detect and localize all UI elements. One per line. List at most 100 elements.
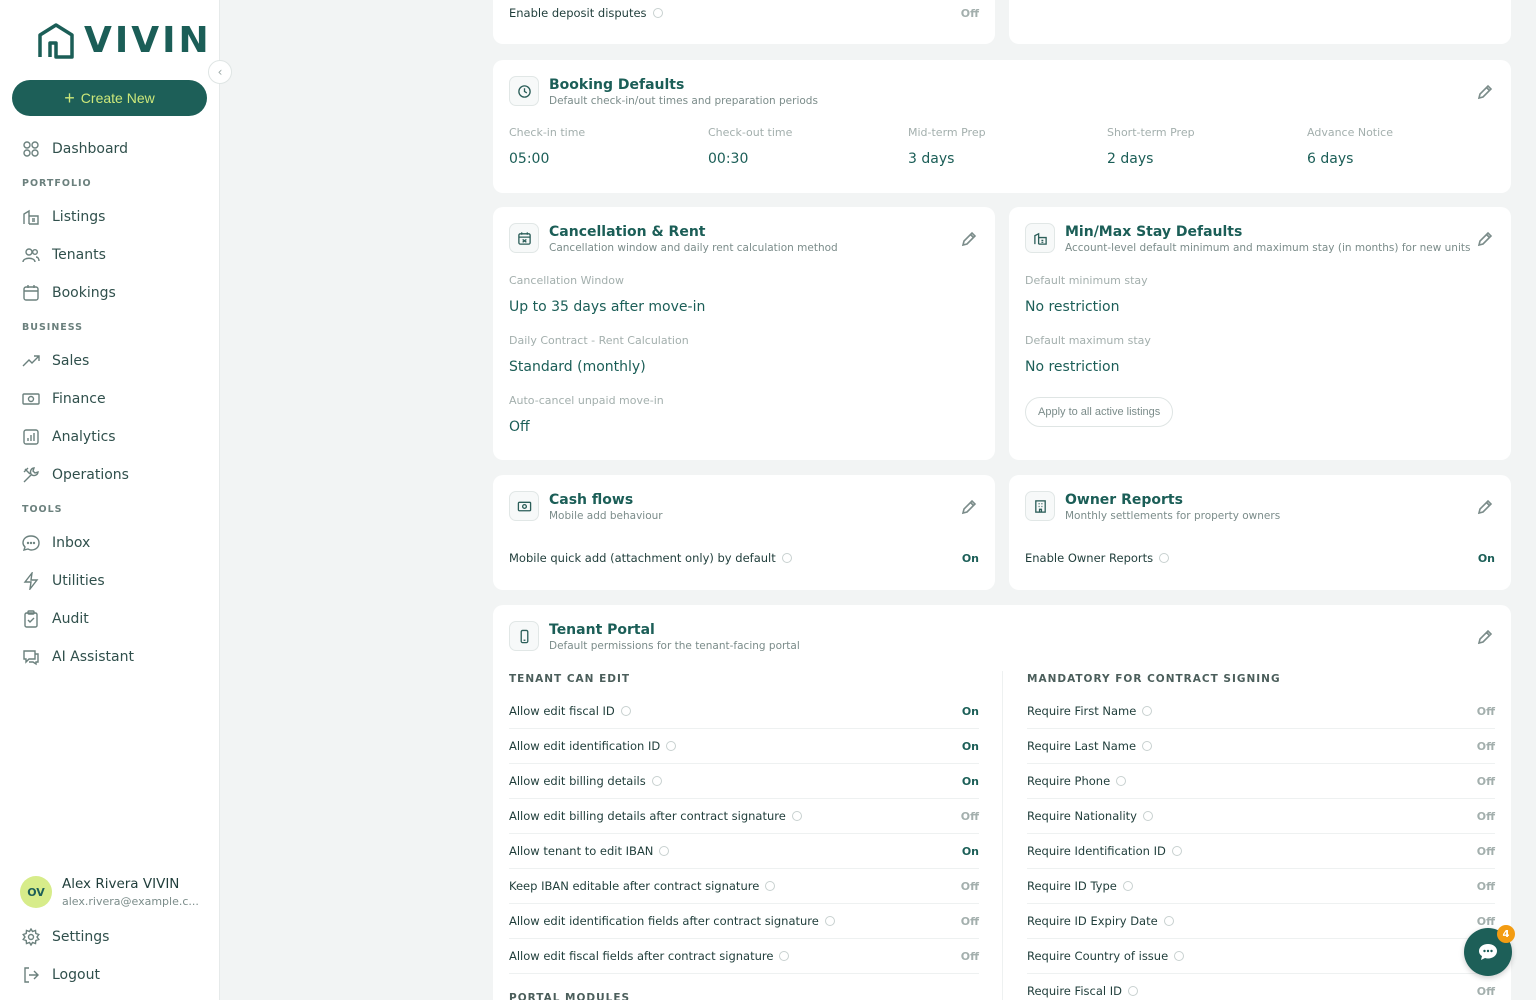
nav-item-tenants[interactable]: Tenants [0,236,219,274]
clock-icon [509,76,539,106]
edit-pencil-icon[interactable] [961,499,977,515]
info-icon[interactable] [1174,951,1185,961]
nav-item-bookings[interactable]: Bookings [0,274,219,312]
nav-item-utilities[interactable]: Utilities [0,562,219,600]
nav-item-logout[interactable]: Logout [0,956,219,994]
info-icon[interactable] [824,916,835,926]
nav-label: Settings [52,929,110,945]
toggle-state: Off [1476,739,1495,753]
building-icon [23,209,39,225]
create-new-label: Create New [80,90,155,106]
info-icon[interactable] [620,706,631,716]
card-subtitle: Cancellation window and daily rent calcu… [549,242,838,254]
card-subtitle: Account-level default minimum and maximu… [1065,242,1471,254]
permission-row[interactable]: Allow edit fiscal ID On [509,694,979,729]
banknote-icon [22,393,40,405]
nav-item-audit[interactable]: Audit [0,600,219,638]
edit-pencil-icon[interactable] [961,231,977,247]
permission-row[interactable]: Require ID Expiry Date Off [1027,904,1495,939]
row-label: Require Last Name [1027,739,1137,753]
permission-row[interactable]: Allow edit billing details after contrac… [509,799,979,834]
edit-pencil-icon[interactable] [1477,629,1493,645]
info-icon[interactable] [1142,706,1153,716]
row-label: Require Identification ID [1027,844,1166,858]
nav-item-operations[interactable]: Operations [0,456,219,494]
edit-pencil-icon[interactable] [1477,499,1493,515]
cancellation-rent-card: Cancellation & Rent Cancellation window … [493,207,995,460]
permission-row[interactable]: Require First Name Off [1027,694,1495,729]
row-label: Keep IBAN editable after contract signat… [509,879,760,893]
permission-row[interactable]: Allow edit fiscal fields after contract … [509,939,979,974]
create-new-button[interactable]: + Create New [12,80,207,116]
card-header: Cancellation & Rent Cancellation window … [509,223,838,255]
card-header: Min/Max Stay Defaults Account-level defa… [1025,223,1470,255]
avatar: OV [20,876,52,908]
permission-row[interactable]: Require Phone Off [1027,764,1495,799]
permission-row[interactable]: Require Last Name Off [1027,729,1495,764]
permission-row[interactable]: Allow tenant to edit IBAN On [509,834,979,869]
info-icon[interactable] [1116,776,1127,786]
toggle-state: Off [960,879,979,893]
nav-label: AI Assistant [52,649,134,665]
permission-row[interactable]: Allow edit identification ID On [509,729,979,764]
info-icon[interactable] [651,776,662,786]
info-icon[interactable] [1159,553,1170,563]
info-icon[interactable] [791,811,802,821]
info-icon[interactable] [781,553,792,563]
calendar-icon [23,285,39,301]
toggle-state: Off [1476,809,1495,823]
user-profile[interactable]: OV Alex Rivera VIVIN alex.rivera@example… [20,876,202,908]
owner-reports-card: Owner Reports Monthly settlements for pr… [1009,475,1511,590]
plus-icon: + [64,88,75,108]
permission-row[interactable]: Require Nationality Off [1027,799,1495,834]
info-icon[interactable] [659,846,670,856]
permission-row[interactable]: Allow edit billing details On [509,764,979,799]
card-title: Min/Max Stay Defaults [1065,224,1243,240]
nav-item-listings[interactable]: Listings [0,198,219,236]
info-icon[interactable] [765,881,776,891]
nav-item-ai-assistant[interactable]: AI Assistant [0,638,219,676]
permission-row[interactable]: Require ID Type Off [1027,869,1495,904]
toggle-state: Off [960,6,979,20]
nav-section-tools: TOOLS [22,503,63,515]
mobile-quick-add-row[interactable]: Mobile quick add (attachment only) by de… [509,551,979,565]
nav-label: Dashboard [52,141,128,157]
edit-pencil-icon[interactable] [1477,84,1493,100]
row-label: Allow edit identification fields after c… [509,914,819,928]
info-icon[interactable] [666,741,677,751]
nav-item-analytics[interactable]: Analytics [0,418,219,456]
info-icon[interactable] [1171,846,1182,856]
nav-item-settings[interactable]: Settings [0,918,219,956]
permission-row[interactable]: Require Fiscal ID Off [1027,974,1495,1000]
nav-item-inbox[interactable]: Inbox [0,524,219,562]
field-cancellation-window: Cancellation Window Up to 35 days after … [509,274,705,315]
nav-item-sales[interactable]: Sales [0,342,219,380]
info-icon[interactable] [1142,811,1153,821]
permission-row[interactable]: Require Country of issueOff [1027,939,1495,974]
card-subtitle: Default check-in/out times and preparati… [549,95,818,107]
apply-all-listings-button[interactable]: Apply to all active listings [1025,397,1174,427]
deposit-disputes-row[interactable]: Enable deposit disputes Off [509,6,979,20]
cash-flows-card: Cash flows Mobile add behaviour Mobile q… [493,475,995,590]
info-icon[interactable] [1163,916,1174,926]
card-title: Tenant Portal [549,622,655,638]
info-icon[interactable] [1142,741,1153,751]
field-min-stay: Default minimum stay No restriction [1025,274,1148,315]
brand-logo[interactable]: VIVIN [36,20,212,61]
permission-row[interactable]: Require Identification ID Off [1027,834,1495,869]
card-header: Owner Reports Monthly settlements for pr… [1025,491,1280,523]
nav-item-finance[interactable]: Finance [0,380,219,418]
info-icon[interactable] [1127,986,1138,996]
permission-row[interactable]: Keep IBAN editable after contract signat… [509,869,979,904]
info-icon[interactable] [652,8,663,18]
info-icon[interactable] [779,951,790,961]
permission-row[interactable]: Allow edit identification fields after c… [509,904,979,939]
nav-item-dashboard[interactable]: Dashboard [0,130,219,168]
collapse-sidebar-button[interactable]: ‹ [208,60,232,84]
field-label: Short-term Prep [1107,126,1195,139]
info-icon[interactable] [1122,881,1133,891]
nav-label: Audit [52,611,89,627]
edit-pencil-icon[interactable] [1477,231,1493,247]
toggle-state: Off [960,914,979,928]
enable-owner-reports-row[interactable]: Enable Owner Reports On [1025,551,1495,565]
